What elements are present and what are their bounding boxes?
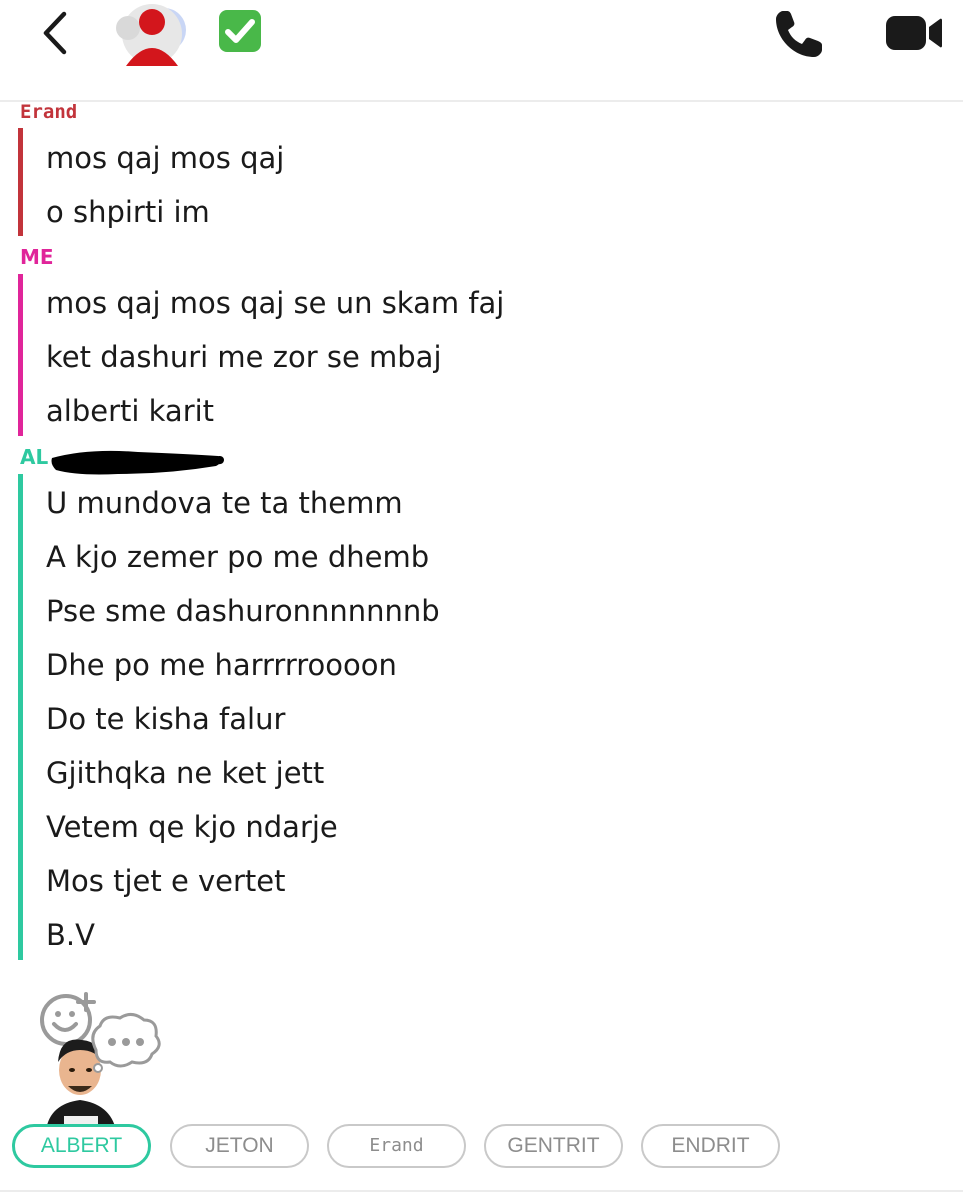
chat-header [0, 0, 963, 102]
chat-message[interactable]: Vetem qe kjo ndarje [46, 809, 338, 845]
chat-message[interactable]: mos qaj mos qaj se un skam faj [46, 285, 504, 321]
chat-message[interactable]: Gjithqka ne ket jett [46, 755, 324, 791]
chip-jeton[interactable]: JETON [170, 1124, 309, 1168]
group-avatar[interactable] [112, 0, 192, 72]
redaction-scribble [51, 450, 224, 475]
verified-badge [217, 8, 263, 54]
typing-bubble-icon [91, 1013, 161, 1073]
sender-name: Erand [20, 101, 78, 123]
video-camera-icon [886, 16, 942, 50]
mention-chips: ALBERT JETON Erand GENTRIT ENDRIT [0, 1124, 963, 1180]
back-button[interactable] [30, 8, 80, 58]
group-avatar-icon [116, 4, 186, 66]
chip-erand[interactable]: Erand [327, 1124, 466, 1168]
chip-gentrit[interactable]: GENTRIT [484, 1124, 623, 1168]
smiley-plus-icon[interactable] [40, 992, 96, 1046]
chat-message[interactable]: alberti karit [46, 393, 214, 429]
bitmoji-typing-area [36, 990, 166, 1130]
voice-call-button[interactable] [770, 5, 828, 63]
chip-albert[interactable]: ALBERT [12, 1124, 151, 1168]
chat-message[interactable]: A kjo zemer po me dhemb [46, 539, 429, 575]
chat-message[interactable]: Do te kisha falur [46, 701, 285, 737]
sender-color-bar [18, 474, 23, 960]
video-call-button[interactable] [884, 10, 944, 56]
chat-message[interactable]: B.V [46, 917, 95, 953]
sender-color-bar [18, 274, 23, 436]
sender-name: AL [20, 445, 49, 469]
chat-message[interactable]: Pse sme dashuronnnnnnnb [46, 593, 440, 629]
divider [0, 1190, 963, 1192]
chat-message[interactable]: o shpirti im [46, 194, 210, 230]
chat-message[interactable]: Mos tjet e vertet [46, 863, 286, 899]
chat-message[interactable]: ket dashuri me zor se mbaj [46, 339, 442, 375]
chat-message[interactable]: U mundova te ta themm [46, 485, 403, 521]
chat-message[interactable]: mos qaj mos qaj [46, 140, 284, 176]
sender-color-bar [18, 128, 23, 236]
chip-endrit[interactable]: ENDRIT [641, 1124, 780, 1168]
sender-name: ME [20, 245, 54, 269]
check-mark-button-emoji [219, 10, 261, 52]
chevron-left-icon [43, 11, 67, 55]
chat-message[interactable]: Dhe po me harrrrroooon [46, 647, 397, 683]
phone-icon [776, 11, 822, 57]
